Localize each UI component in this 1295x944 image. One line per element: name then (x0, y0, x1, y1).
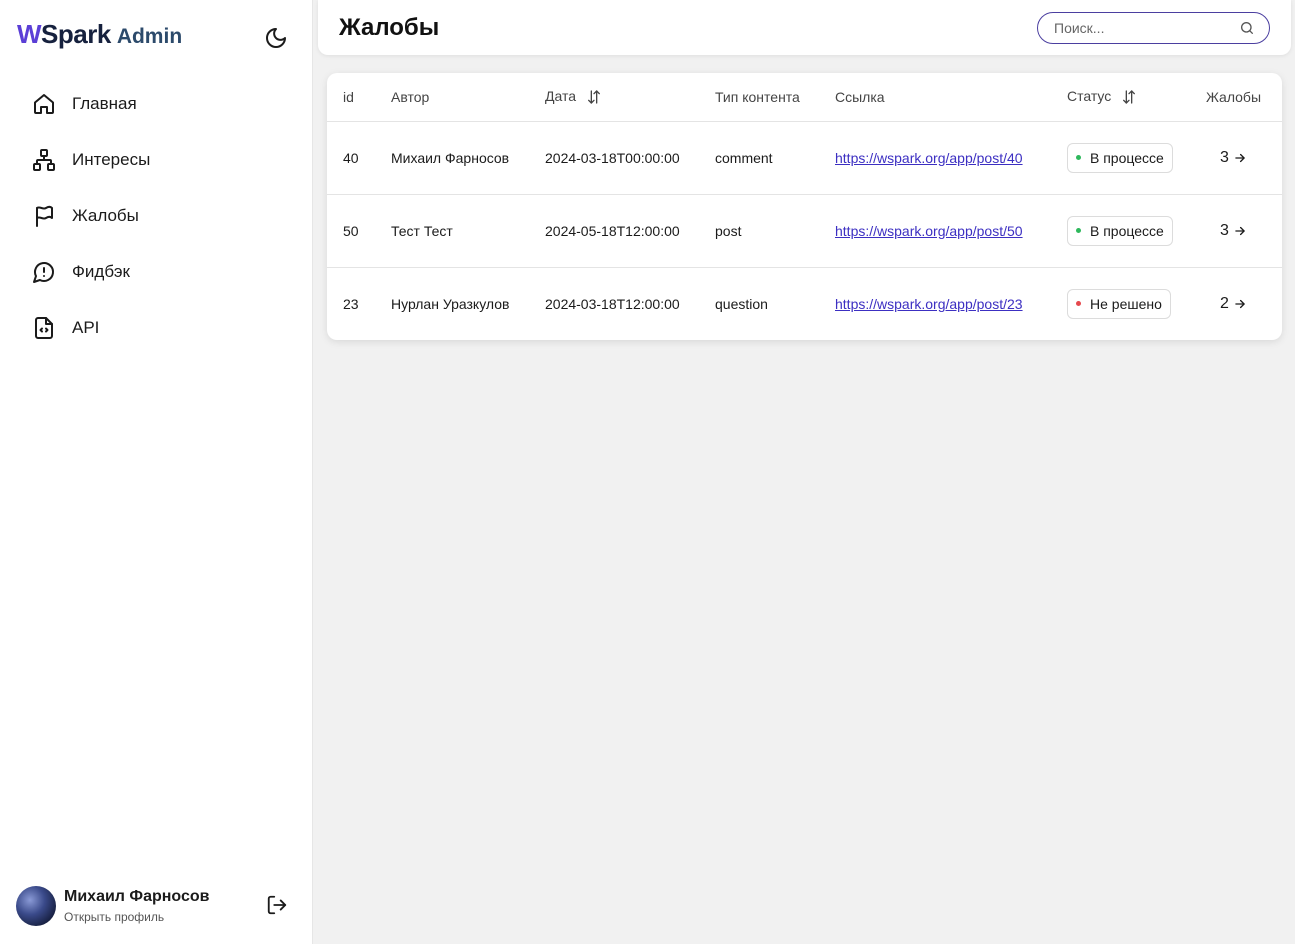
table-header-row: id Автор Дата Тип контента Ссылка Статус… (327, 73, 1282, 122)
status-badge: Не решено (1067, 288, 1171, 319)
sidebar-item-interests[interactable]: Интересы (0, 132, 313, 188)
status-dot-in-progress (1076, 155, 1081, 160)
cell-status: Не решено (1067, 267, 1197, 340)
search-icon[interactable] (1239, 20, 1255, 36)
column-header-count: Жалобы (1197, 73, 1282, 122)
column-header-status[interactable]: Статус (1067, 73, 1197, 122)
status-badge: В процессе (1067, 142, 1173, 173)
sidebar-item-complaints[interactable]: Жалобы (0, 188, 313, 244)
logo-subtitle: Admin (116, 25, 183, 48)
cell-type: post (715, 194, 835, 268)
flag-icon (31, 203, 57, 229)
sidebar-nav: Главная Интересы Жалобы Фидбэк API (0, 76, 313, 356)
cell-type: comment (715, 121, 835, 195)
table-row[interactable]: 50 Тест Тест 2024-05-18T12:00:00 post ht… (327, 194, 1282, 268)
column-header-date[interactable]: Дата (545, 73, 715, 122)
cell-id: 23 (343, 295, 359, 312)
logo-mark: WSpark (17, 19, 111, 49)
column-header-type: Тип контента (715, 73, 835, 122)
cell-date: 2024-03-18T00:00:00 (545, 121, 715, 195)
arrow-right-icon (1235, 153, 1245, 162)
page-header: Жалобы (318, 0, 1291, 55)
logout-icon (267, 895, 287, 915)
sidebar-item-label: Жалобы (72, 206, 139, 225)
status-badge: В процессе (1067, 215, 1173, 246)
arrow-right-icon (1235, 299, 1245, 308)
sidebar-item-label: Главная (72, 94, 137, 113)
status-label: Не решено (1090, 295, 1162, 312)
column-header-link: Ссылка (835, 73, 1067, 122)
cell-count: 3 (1197, 194, 1282, 268)
complaints-table-card: id Автор Дата Тип контента Ссылка Статус… (327, 73, 1282, 340)
status-label: В процессе (1090, 149, 1164, 166)
open-profile-link[interactable]: Открыть профиль (64, 910, 209, 924)
cell-author: Михаил Фарносов (391, 121, 545, 195)
status-dot-in-progress (1076, 228, 1081, 233)
cell-date: 2024-03-18T12:00:00 (545, 295, 680, 312)
column-header-author: Автор (391, 73, 545, 122)
content-link[interactable]: https://wspark.org/app/post/23 (835, 296, 1023, 312)
cell-author: Тест Тест (391, 194, 545, 268)
cell-status: В процессе (1067, 121, 1197, 195)
sort-icon[interactable] (586, 89, 602, 105)
cell-link: https://wspark.org/app/post/40 (835, 121, 1067, 195)
profile-block[interactable]: Михаил Фарносов Открыть профиль (16, 884, 296, 928)
cell-id: 50 (327, 194, 391, 268)
table-row[interactable]: 40 Михаил Фарносов 2024-03-18T00:00:00 c… (327, 121, 1282, 195)
sidebar: WSpark Admin Главная Интересы Жалобы Фид… (0, 0, 313, 944)
complaints-count: 3 (1220, 221, 1229, 239)
content-link[interactable]: https://wspark.org/app/post/50 (835, 223, 1023, 239)
page-title: Жалобы (339, 14, 440, 41)
search-input[interactable] (1054, 20, 1234, 36)
cell-link: https://wspark.org/app/post/50 (835, 194, 1067, 268)
arrow-right-icon (1235, 226, 1245, 235)
sidebar-item-label: Интересы (72, 150, 151, 169)
sort-icon[interactable] (1121, 89, 1137, 105)
complaints-count-link[interactable]: 2 (1220, 295, 1247, 313)
moon-icon (266, 28, 286, 48)
column-header-id: id (327, 73, 391, 122)
cell-id: 40 (327, 121, 391, 195)
complaints-count-link[interactable]: 3 (1220, 222, 1247, 240)
sidebar-item-api[interactable]: API (0, 300, 313, 356)
app-root: WSpark Admin Главная Интересы Жалобы Фид… (0, 0, 1295, 944)
logout-button[interactable] (264, 892, 290, 918)
profile-text: Михаил Фарносов Открыть профиль (64, 888, 209, 924)
cell-count: 3 (1197, 121, 1282, 195)
cell-link: https://wspark.org/app/post/23 (835, 267, 1067, 340)
sidebar-item-feedback[interactable]: Фидбэк (0, 244, 313, 300)
sidebar-item-label: API (72, 318, 100, 337)
status-dot-unresolved (1076, 301, 1081, 307)
column-header-label: Дата (545, 88, 577, 105)
avatar (16, 886, 56, 926)
file-code-icon (31, 315, 57, 341)
profile-name: Михаил Фарносов (64, 888, 210, 905)
sidebar-item-home[interactable]: Главная (0, 76, 313, 132)
complaints-count: 3 (1220, 148, 1229, 166)
table-row[interactable]: 23 Нурлан Уразкулов 2024-03-18T12:00:00 … (327, 267, 1282, 340)
column-header-label: Статус (1067, 88, 1112, 105)
cell-count: 2 (1197, 267, 1282, 340)
cell-status: В процессе (1067, 194, 1197, 268)
cell-type: question (715, 295, 768, 312)
sitemap-icon (31, 147, 57, 173)
content-link[interactable]: https://wspark.org/app/post/40 (835, 150, 1023, 166)
logo[interactable]: WSpark Admin (17, 19, 182, 51)
cell-date: 2024-05-18T12:00:00 (545, 194, 715, 268)
theme-toggle-button[interactable] (262, 24, 290, 52)
complaints-table: id Автор Дата Тип контента Ссылка Статус… (327, 73, 1282, 340)
search-box[interactable] (1037, 12, 1270, 44)
message-alert-icon (31, 259, 57, 285)
sidebar-item-label: Фидбэк (72, 262, 130, 281)
status-label: В процессе (1090, 222, 1164, 239)
cell-author: Нурлан Уразкулов (391, 295, 510, 312)
complaints-count: 2 (1220, 294, 1229, 312)
complaints-count-link[interactable]: 3 (1220, 149, 1247, 167)
home-icon (31, 91, 57, 117)
